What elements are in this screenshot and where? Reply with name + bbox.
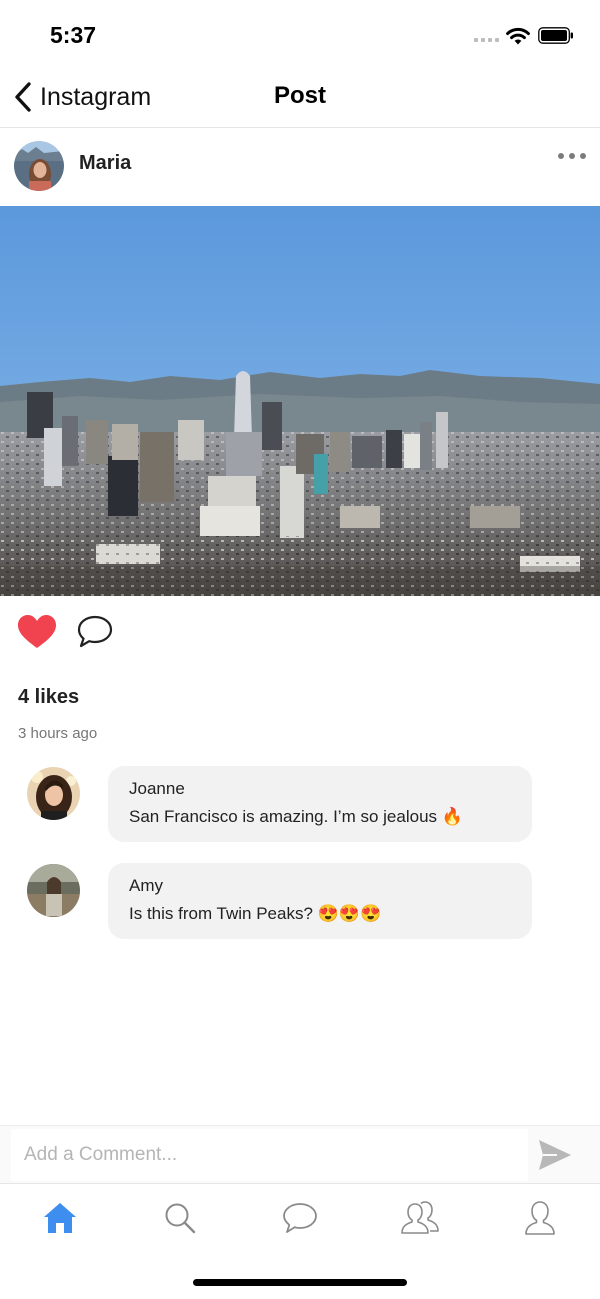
post-actions — [0, 610, 600, 656]
people-icon — [401, 1201, 439, 1234]
dot-icon — [569, 153, 575, 159]
tab-chat[interactable] — [280, 1198, 320, 1238]
tab-search[interactable] — [160, 1198, 200, 1238]
post-header: Maria — [0, 128, 600, 206]
likes-count[interactable]: 4 likes — [18, 686, 79, 709]
author-avatar-image — [14, 141, 64, 191]
comment-input[interactable] — [11, 1129, 528, 1181]
send-icon[interactable] — [537, 1138, 573, 1172]
comment-composer — [0, 1125, 600, 1183]
back-label: Instagram — [40, 82, 152, 111]
comment-author[interactable]: Joanne — [129, 779, 185, 799]
comment-bubble: Joanne San Francisco is amazing. I’m so … — [108, 766, 532, 842]
tab-friends[interactable] — [400, 1198, 440, 1238]
post-timestamp: 3 hours ago — [18, 725, 98, 742]
avatar[interactable] — [27, 864, 80, 917]
comment-text: Is this from Twin Peaks? 😍😍😍 — [129, 904, 382, 923]
author-name[interactable]: Maria — [79, 152, 131, 175]
more-options-button[interactable] — [558, 150, 586, 162]
navigation-bar: Post Instagram — [0, 70, 600, 128]
status-time: 5:37 — [50, 22, 97, 48]
status-bar: 5:37 — [0, 0, 600, 70]
comment-bubble-icon[interactable] — [76, 614, 114, 650]
avatar[interactable] — [14, 141, 64, 191]
tab-home[interactable] — [40, 1198, 80, 1238]
person-icon — [525, 1201, 555, 1235]
dot-icon — [558, 153, 564, 159]
chat-bubble-icon — [283, 1203, 317, 1233]
home-icon — [44, 1203, 76, 1233]
tab-profile[interactable] — [520, 1198, 560, 1238]
comment-bubble: Amy Is this from Twin Peaks? 😍😍😍 — [108, 863, 532, 939]
home-indicator[interactable] — [193, 1279, 407, 1286]
wifi-icon — [506, 27, 530, 45]
chevron-left-icon — [15, 82, 31, 112]
commenter-avatar-image — [27, 767, 80, 820]
battery-icon — [538, 27, 573, 44]
post-image[interactable] — [0, 206, 600, 596]
comment-text: San Francisco is amazing. I’m so jealous… — [129, 807, 463, 826]
commenter-avatar-image — [27, 864, 80, 917]
cellular-signal-icon — [474, 38, 499, 42]
tab-bar — [0, 1183, 600, 1253]
comment-author[interactable]: Amy — [129, 876, 163, 896]
avatar[interactable] — [27, 767, 80, 820]
heart-icon[interactable] — [17, 614, 57, 650]
city-skyline-photo — [0, 206, 600, 596]
search-icon — [165, 1203, 196, 1234]
back-button[interactable]: Instagram — [12, 80, 151, 114]
dot-icon — [580, 153, 586, 159]
